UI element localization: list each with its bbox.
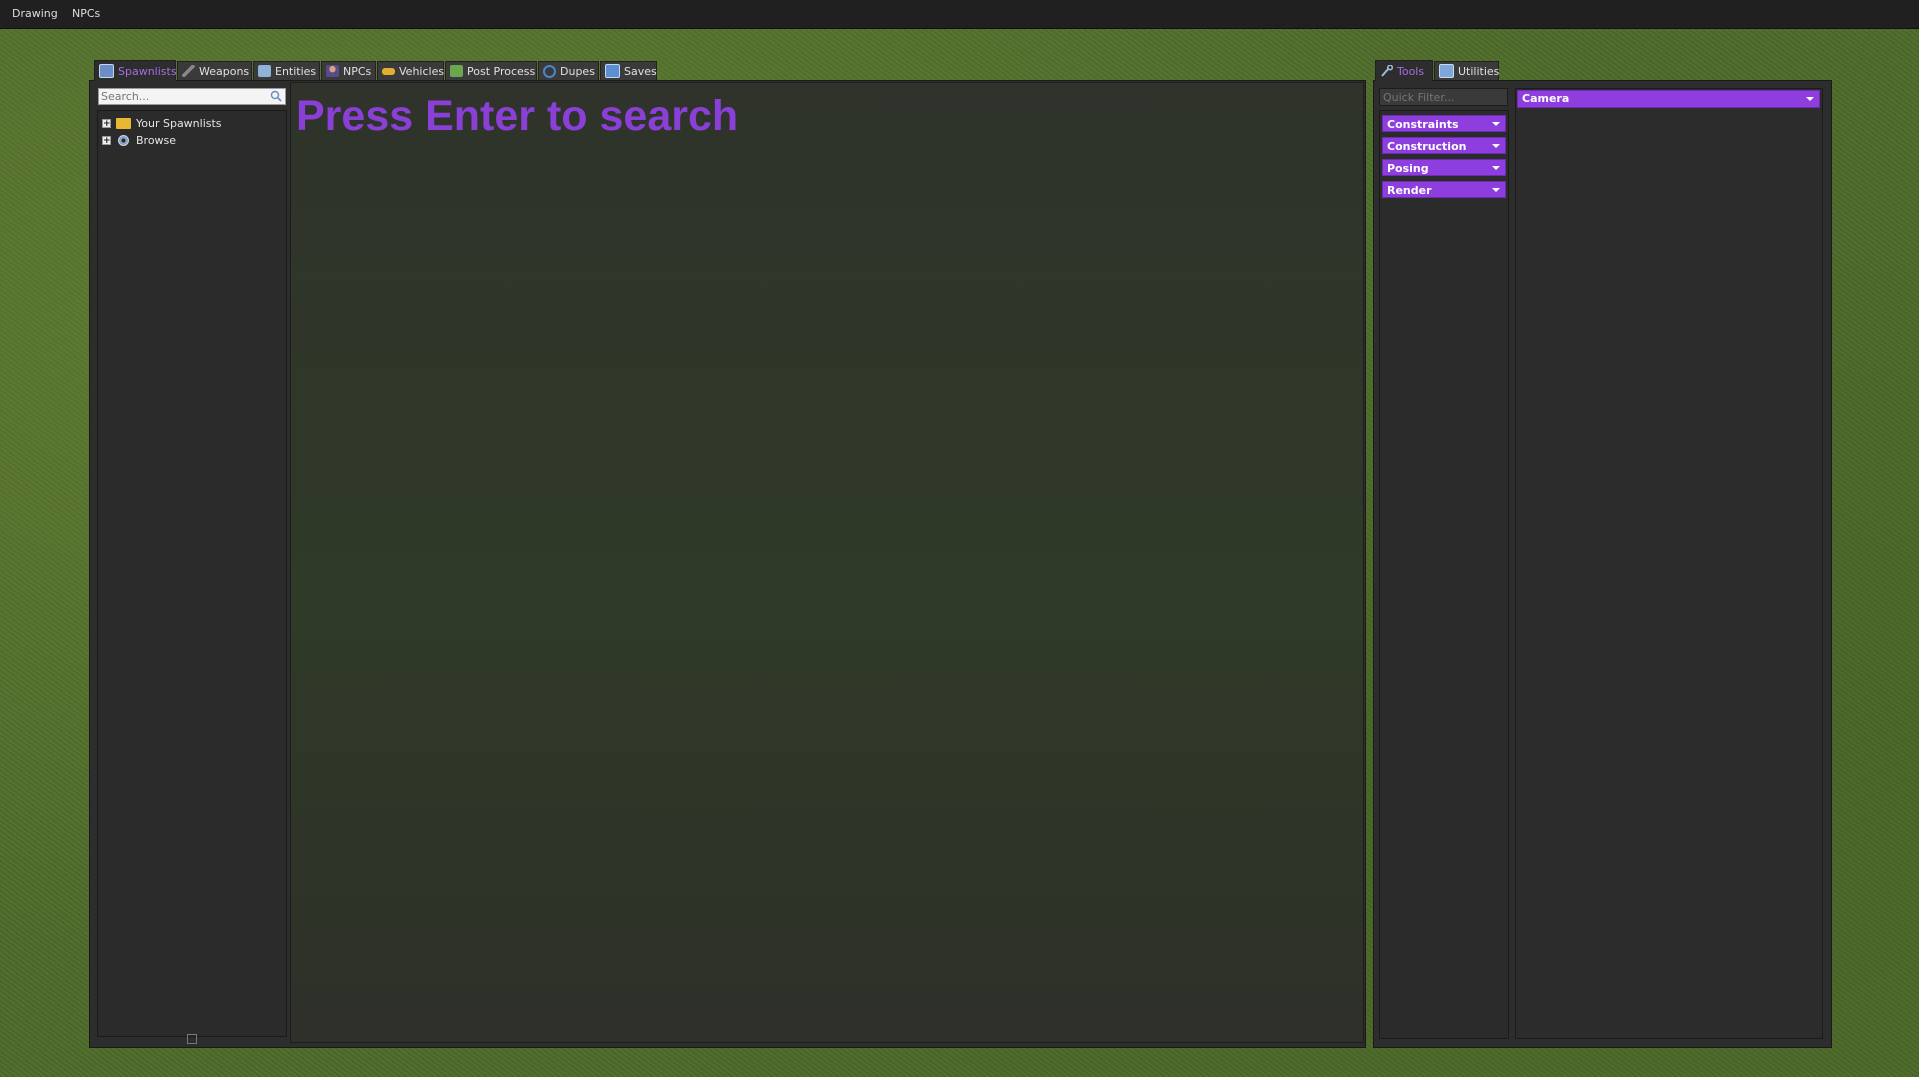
postprocess-icon bbox=[450, 65, 463, 77]
chevron-down-icon bbox=[1492, 166, 1500, 170]
expand-toggle[interactable]: + bbox=[102, 135, 111, 145]
tab-utilities[interactable]: Utilities bbox=[1434, 61, 1499, 80]
tool-category-list: Constraints Construction Posing Render bbox=[1379, 110, 1509, 1039]
tree-node-label: Browse bbox=[136, 133, 177, 147]
chevron-down-icon bbox=[1492, 188, 1500, 192]
weapon-icon bbox=[182, 65, 195, 77]
search-icon[interactable] bbox=[270, 90, 282, 102]
vehicle-icon bbox=[382, 67, 395, 75]
tab-entities[interactable]: Entities bbox=[253, 61, 320, 80]
category-posing[interactable]: Posing bbox=[1382, 159, 1506, 176]
menu-drawing[interactable]: Drawing bbox=[12, 7, 58, 20]
search-box bbox=[98, 88, 286, 105]
tree-node-label: Your Spawnlists bbox=[136, 116, 222, 130]
tab-label: Weapons bbox=[199, 64, 250, 78]
spawnlist-icon bbox=[99, 64, 114, 78]
tab-saves[interactable]: Saves bbox=[600, 61, 657, 80]
category-construction[interactable]: Construction bbox=[1382, 137, 1506, 154]
tab-post-process[interactable]: Post Process bbox=[445, 61, 537, 80]
category-constraints[interactable]: Constraints bbox=[1382, 115, 1506, 132]
saves-icon bbox=[605, 64, 620, 78]
gear-icon bbox=[116, 134, 131, 147]
tab-tools[interactable]: Tools bbox=[1375, 60, 1433, 81]
tool-header-label: Camera bbox=[1522, 92, 1570, 105]
quick-filter-input[interactable] bbox=[1383, 90, 1503, 104]
tree-node-browse[interactable]: + Browse bbox=[102, 132, 176, 148]
menu-npcs[interactable]: NPCs bbox=[72, 7, 100, 20]
tab-label: Tools bbox=[1397, 64, 1425, 78]
chevron-down-icon bbox=[1492, 144, 1500, 148]
tab-label: NPCs bbox=[343, 64, 372, 78]
quick-filter bbox=[1379, 88, 1508, 106]
spawnlist-tree: + Your Spawnlists + Browse bbox=[97, 110, 287, 1037]
category-label: Constraints bbox=[1387, 118, 1459, 131]
tab-label: Spawnlists bbox=[118, 64, 177, 78]
tool-settings-pane bbox=[1515, 88, 1823, 1039]
spawn-content-area bbox=[290, 82, 1364, 1043]
category-label: Posing bbox=[1387, 162, 1429, 175]
tab-vehicles[interactable]: Vehicles bbox=[377, 61, 444, 80]
expand-toggle[interactable]: + bbox=[102, 118, 111, 128]
category-label: Construction bbox=[1387, 140, 1467, 153]
tab-label: Vehicles bbox=[399, 64, 445, 78]
tab-label: Saves bbox=[624, 64, 657, 78]
resize-handle[interactable] bbox=[187, 1034, 197, 1044]
tab-weapons[interactable]: Weapons bbox=[177, 61, 252, 80]
tab-npcs[interactable]: NPCs bbox=[321, 61, 376, 80]
utilities-icon bbox=[1439, 64, 1454, 78]
tab-label: Utilities bbox=[1458, 64, 1500, 78]
tab-dupes[interactable]: Dupes bbox=[538, 61, 599, 80]
folder-icon bbox=[116, 117, 131, 129]
chevron-down-icon bbox=[1806, 97, 1814, 101]
tab-spawnlists[interactable]: Spawnlists bbox=[94, 60, 177, 81]
chevron-down-icon bbox=[1492, 122, 1500, 126]
menubar: Drawing NPCs bbox=[0, 0, 1919, 29]
tab-label: Post Process bbox=[467, 64, 536, 78]
entity-icon bbox=[258, 65, 271, 77]
dupes-icon bbox=[543, 64, 556, 78]
tree-node-your-spawnlists[interactable]: + Your Spawnlists bbox=[102, 115, 222, 131]
wrench-icon bbox=[1380, 64, 1394, 77]
search-input[interactable] bbox=[101, 89, 261, 104]
search-hint-message: Press Enter to search bbox=[296, 92, 739, 140]
tab-label: Entities bbox=[275, 64, 317, 78]
npc-icon bbox=[326, 65, 339, 77]
tool-camera-header[interactable]: Camera bbox=[1517, 90, 1820, 108]
category-label: Render bbox=[1387, 184, 1432, 197]
category-render[interactable]: Render bbox=[1382, 181, 1506, 198]
tab-label: Dupes bbox=[560, 64, 595, 78]
